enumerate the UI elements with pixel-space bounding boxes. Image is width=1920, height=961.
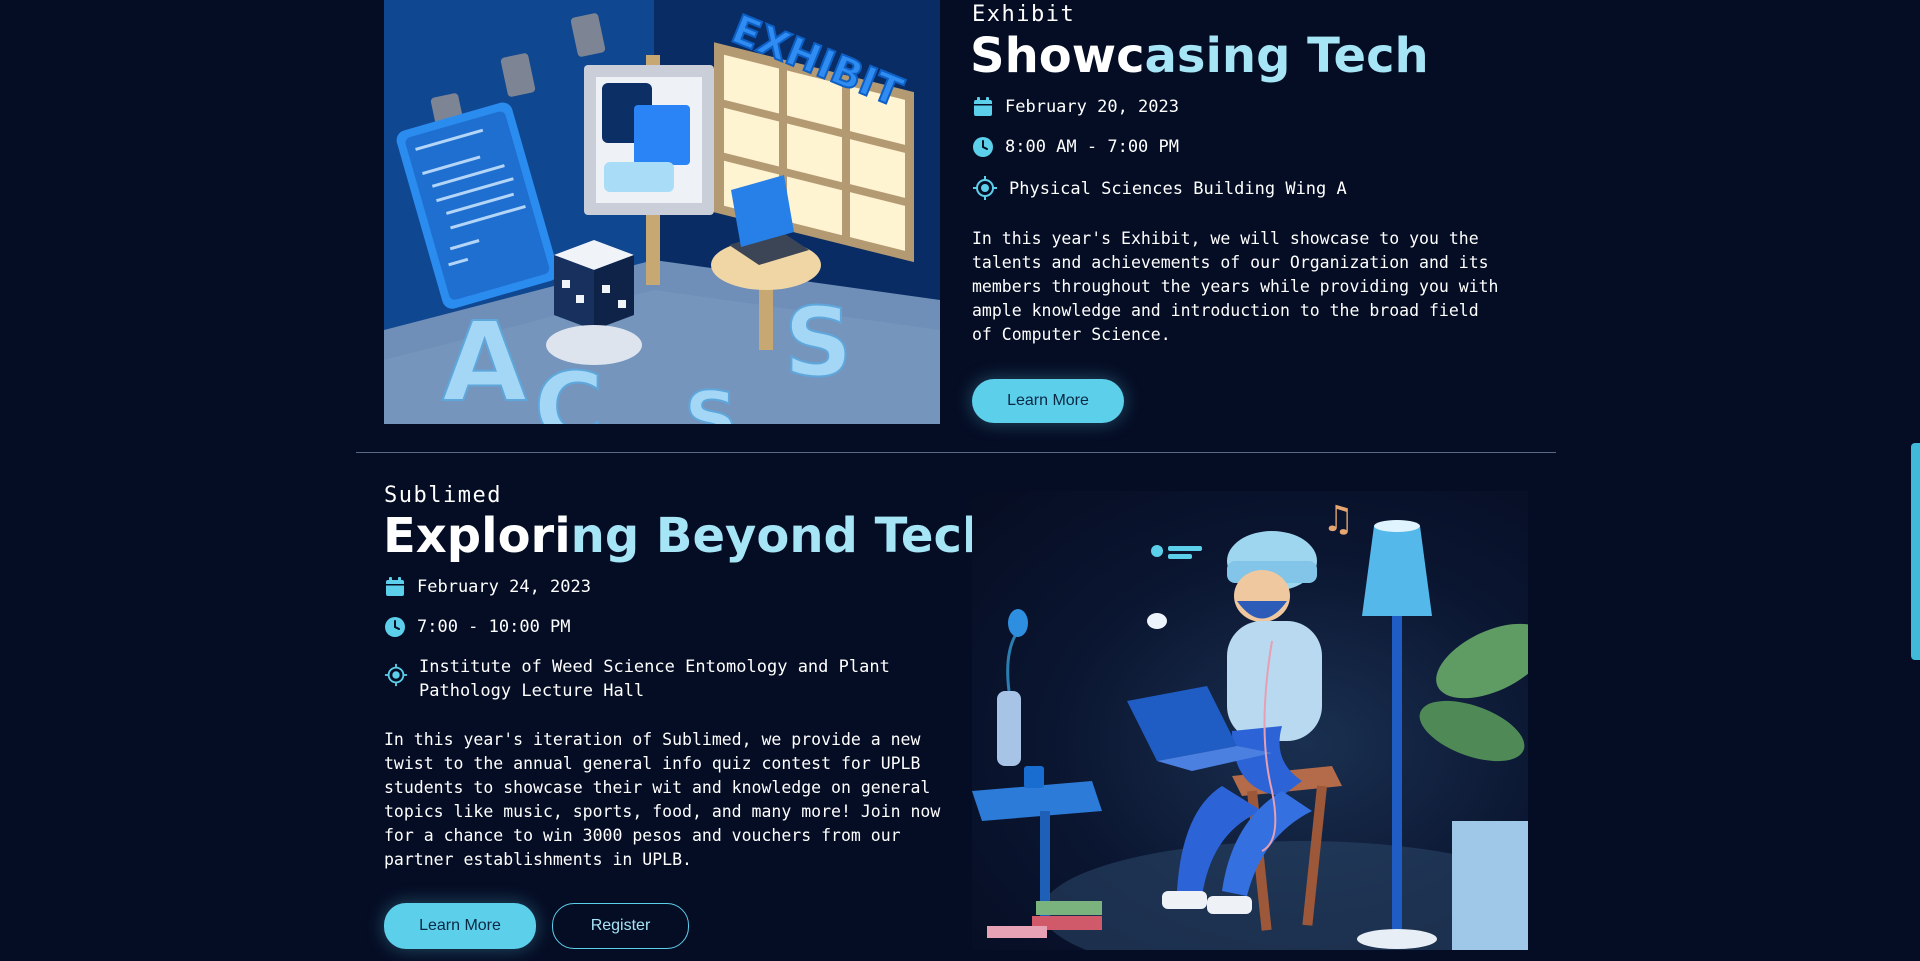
sublimed-time-text: 7:00 - 10:00 PM (417, 617, 571, 637)
sublimed-title: Exploring Beyond Tech (383, 510, 996, 563)
exhibit-title-white: Showc (970, 28, 1145, 84)
music-note-icon: ♫ (1322, 499, 1354, 540)
calendar-icon (386, 577, 404, 596)
page-scrollbar[interactable] (1911, 443, 1920, 660)
exhibit-illustration: EXHIBIT A C S S (384, 0, 940, 424)
sublimed-time: 7:00 - 10:00 PM (384, 615, 571, 639)
exhibit-time-text: 8:00 AM - 7:00 PM (1005, 137, 1179, 157)
sublimed-date-text: February 24, 2023 (417, 577, 591, 597)
calendar-icon (974, 97, 992, 116)
svg-text:S: S (684, 375, 738, 424)
clock-icon (973, 137, 993, 157)
exhibit-eyebrow: Exhibit (972, 2, 1076, 27)
exhibit-date: February 20, 2023 (972, 95, 1179, 119)
clock-icon (385, 617, 405, 637)
exhibit-title: Showcasing Tech (970, 30, 1429, 83)
events-page: EXHIBIT A C S S Exhibit Showcasing Tech … (0, 0, 1920, 961)
sublimed-title-white: Explori (383, 508, 571, 564)
sublimed-description: In this year's iteration of Sublimed, we… (384, 730, 941, 869)
sublimed-location: Institute of Weed Science Entomology and… (384, 655, 924, 703)
exhibit-learn-more-button[interactable]: Learn More (972, 379, 1124, 423)
location-pin-icon (973, 176, 997, 200)
svg-text:S: S (784, 288, 852, 398)
sublimed-illustration: ♫ (972, 491, 1528, 950)
svg-text:C: C (534, 353, 604, 424)
exhibit-date-text: February 20, 2023 (1005, 97, 1179, 117)
exhibit-location: Physical Sciences Building Wing A (972, 176, 1347, 201)
sublimed-date: February 24, 2023 (384, 575, 591, 599)
sublimed-eyebrow: Sublimed (384, 483, 502, 508)
exhibit-location-text: Physical Sciences Building Wing A (1009, 179, 1347, 199)
sublimed-title-cyan: ng Beyond Tech (570, 508, 997, 564)
section-divider (356, 452, 1556, 453)
exhibit-description: In this year's Exhibit, we will showcase… (972, 229, 1499, 344)
svg-text:A: A (442, 298, 527, 424)
sublimed-location-text: Institute of Weed Science Entomology and… (419, 657, 890, 701)
exhibit-time: 8:00 AM - 7:00 PM (972, 135, 1179, 159)
sublimed-learn-more-button[interactable]: Learn More (384, 903, 536, 949)
location-pin-icon (384, 663, 408, 687)
exhibit-title-cyan: asing Tech (1144, 28, 1429, 84)
sublimed-register-button[interactable]: Register (552, 903, 689, 949)
